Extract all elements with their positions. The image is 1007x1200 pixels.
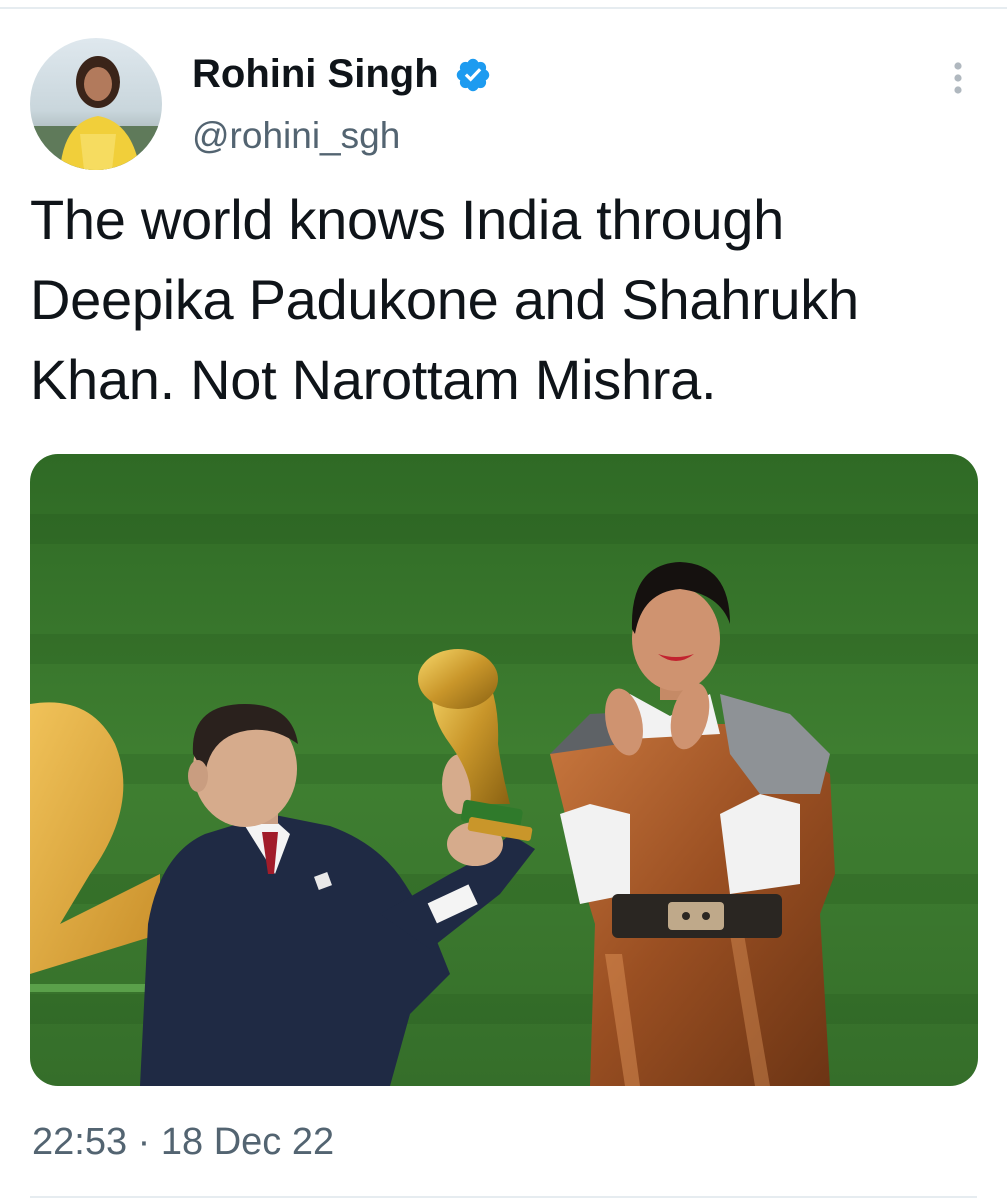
tweet-text: The world knows India through Deepika Pa…: [30, 188, 859, 411]
more-vertical-icon[interactable]: [940, 58, 976, 98]
top-divider: [0, 7, 1007, 9]
verified-badge-icon: [456, 58, 490, 92]
tweet-date: 18 Dec 22: [160, 1121, 335, 1163]
bottom-divider: [30, 1196, 977, 1198]
timestamp-separator: ·: [137, 1121, 151, 1163]
user-handle[interactable]: @rohini_sgh: [192, 114, 400, 158]
display-name[interactable]: Rohini Singh: [192, 50, 439, 98]
avatar[interactable]: [30, 38, 162, 170]
tweet-timestamp[interactable]: 22:53 · 18 Dec 22: [32, 1120, 334, 1164]
tweet-time: 22:53: [32, 1121, 128, 1163]
tweet-media-photo[interactable]: [30, 454, 978, 1086]
